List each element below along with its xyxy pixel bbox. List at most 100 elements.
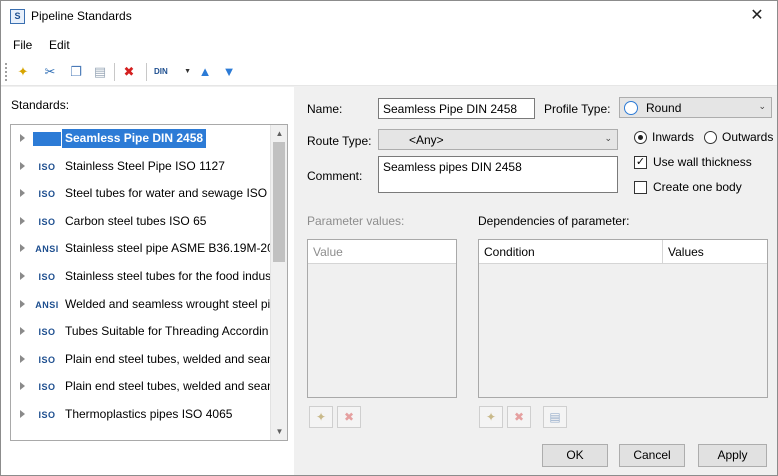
standards-tree-item[interactable]: ISO Tubes Suitable for Threading Accordin — [11, 320, 270, 344]
expand-arrow-icon[interactable] — [20, 354, 25, 363]
pipeline-standards-window: S Pipeline Standards ✕ File Edit ✦ ✂ ❐ ▤… — [0, 0, 778, 476]
value-column-header[interactable]: Value — [308, 240, 456, 264]
window-title: Pipeline Standards — [31, 9, 132, 23]
dependencies-label: Dependencies of parameter: — [478, 214, 630, 228]
standard-type-combo[interactable]: DIN ▼ — [154, 64, 191, 80]
standard-name: Stainless Steel Pipe ISO 1127 — [65, 158, 225, 173]
standards-tree-item[interactable]: ANSI Welded and seamless wrought steel pi — [11, 293, 270, 317]
toolbar-separator — [146, 63, 147, 81]
pane-splitter[interactable] — [294, 87, 298, 475]
standard-type-combo-label: DIN — [154, 67, 168, 76]
expand-arrow-icon[interactable] — [20, 327, 25, 336]
expand-arrow-icon[interactable] — [20, 272, 25, 280]
title-bar: S Pipeline Standards ✕ — [1, 1, 777, 32]
apply-button[interactable]: Apply — [698, 444, 767, 467]
ok-button[interactable]: OK — [542, 444, 608, 467]
chevron-down-icon: ⌄ — [758, 101, 766, 111]
copy-icon[interactable]: ❐ — [66, 62, 86, 82]
move-down-button[interactable]: ▼ — [219, 62, 239, 82]
standard-type-badge: ISO — [38, 272, 56, 282]
standard-name: Welded and seamless wrought steel pi — [65, 296, 270, 311]
expand-arrow-icon[interactable] — [20, 189, 25, 198]
standard-name: Thermoplastics pipes ISO 4065 — [65, 407, 233, 421]
comment-label: Comment: — [307, 169, 363, 183]
menu-file[interactable]: File — [13, 38, 32, 52]
parameter-values-label: Parameter values: — [307, 214, 405, 228]
outwards-radio[interactable] — [704, 131, 717, 144]
expand-arrow-icon[interactable] — [20, 134, 25, 142]
menu-edit[interactable]: Edit — [49, 38, 70, 52]
route-type-label: Route Type: — [307, 134, 372, 148]
standards-tree-item[interactable]: ISO Carbon steel tubes ISO 65 — [11, 210, 270, 234]
scroll-down-icon[interactable]: ▼ — [271, 423, 287, 440]
chevron-down-icon: ▼ — [184, 68, 191, 75]
values-column-header[interactable]: Values — [663, 240, 767, 264]
name-field[interactable]: Seamless Pipe DIN 2458 — [378, 98, 535, 119]
cancel-button[interactable]: Cancel — [619, 444, 685, 467]
app-icon: S — [10, 9, 25, 24]
profile-type-select[interactable]: Round ⌄ — [619, 97, 772, 118]
standards-tree-item[interactable]: ANSI Stainless steel pipe ASME B36.19M-20… — [11, 237, 270, 261]
comment-field[interactable]: Seamless pipes DIN 2458 — [378, 156, 618, 193]
create-one-body-checkbox[interactable] — [634, 181, 647, 194]
new-standard-icon[interactable]: ✦ — [13, 62, 33, 82]
standard-name: Steel tubes for water and sewage ISO 5 — [65, 186, 270, 201]
standards-tree-item[interactable]: DIN Seamless Pipe DIN 2458 — [11, 127, 270, 151]
delete-icon[interactable]: ✖ — [119, 62, 139, 82]
name-label: Name: — [307, 102, 343, 116]
standard-name: Tubes Suitable for Threading Accordin — [65, 324, 269, 339]
standard-type-badge: ISO — [38, 161, 56, 172]
expand-arrow-icon[interactable] — [20, 299, 25, 308]
standard-name: Seamless Pipe DIN 2458 — [62, 129, 207, 148]
round-profile-icon — [624, 101, 638, 115]
use-wall-thickness-checkbox[interactable]: ✓ — [634, 156, 647, 169]
toolbar: ✦ ✂ ❐ ▤ ✖ DIN ▼ ▲ ▼ — [1, 58, 777, 86]
inwards-label: Inwards — [652, 130, 695, 144]
standards-tree-item[interactable]: ISO Thermoplastics pipes ISO 4065 — [11, 403, 270, 427]
standard-name: Carbon steel tubes ISO 65 — [65, 213, 207, 228]
standards-label: Standards: — [11, 98, 70, 112]
standard-type-badge: ISO — [38, 382, 56, 393]
standards-tree-item[interactable]: ISO Plain end steel tubes, welded and sea… — [11, 375, 270, 399]
standard-type-badge: ISO — [38, 216, 56, 227]
edit-dependency-icon[interactable]: ▤ — [543, 406, 567, 428]
scroll-up-icon[interactable]: ▲ — [271, 125, 287, 142]
paste-icon[interactable]: ▤ — [90, 62, 110, 82]
standard-type-badge: ISO — [38, 354, 56, 365]
dependencies-grid[interactable]: Condition Values — [478, 239, 768, 398]
standard-type-badge: ANSI — [35, 299, 59, 310]
close-button[interactable]: ✕ — [747, 6, 767, 26]
standards-tree-item[interactable]: ISO Stainless Steel Pipe ISO 1127 — [11, 155, 270, 179]
standard-type-badge: ISO — [38, 189, 56, 200]
standards-tree-item[interactable]: ISO Plain end steel tubes, welded and sea… — [11, 348, 270, 372]
cut-icon[interactable]: ✂ — [40, 62, 60, 82]
chevron-down-icon: ⌄ — [604, 133, 612, 143]
standards-tree[interactable]: DIN Seamless Pipe DIN 2458 ISO Stainless St… — [10, 124, 288, 441]
standards-tree-item[interactable]: ISO Steel tubes for water and sewage ISO … — [11, 182, 270, 206]
inwards-radio[interactable] — [634, 131, 647, 144]
move-up-button[interactable]: ▲ — [195, 62, 215, 82]
add-dependency-icon[interactable]: ✦ — [479, 406, 503, 428]
expand-arrow-icon[interactable] — [20, 410, 25, 418]
standard-name: Stainless steel tubes for the food indus — [65, 269, 270, 283]
expand-arrow-icon[interactable] — [20, 161, 25, 170]
standard-type-badge: ANSI — [35, 244, 59, 255]
vertical-scrollbar[interactable]: ▲ ▼ — [270, 125, 287, 440]
condition-column-header[interactable]: Condition — [479, 240, 663, 264]
standard-name: Plain end steel tubes, welded and sean — [65, 379, 270, 394]
expand-arrow-icon[interactable] — [20, 382, 25, 391]
delete-value-icon[interactable]: ✖ — [337, 406, 361, 428]
standard-type-badge: DIN — [33, 132, 61, 146]
standard-name: Plain end steel tubes, welded and sean — [65, 351, 270, 366]
route-type-select[interactable]: <Any> ⌄ — [378, 129, 618, 150]
expand-arrow-icon[interactable] — [20, 216, 25, 225]
delete-dependency-icon[interactable]: ✖ — [507, 406, 531, 428]
standards-tree-item[interactable]: ISO Stainless steel tubes for the food in… — [11, 265, 270, 289]
profile-type-value: Round — [646, 101, 682, 115]
scroll-thumb[interactable] — [273, 142, 285, 262]
expand-arrow-icon[interactable] — [20, 244, 25, 253]
standard-type-badge: ISO — [38, 410, 56, 420]
toolbar-grip[interactable] — [5, 63, 8, 81]
parameter-values-grid[interactable]: Value — [307, 239, 457, 398]
add-value-icon[interactable]: ✦ — [309, 406, 333, 428]
